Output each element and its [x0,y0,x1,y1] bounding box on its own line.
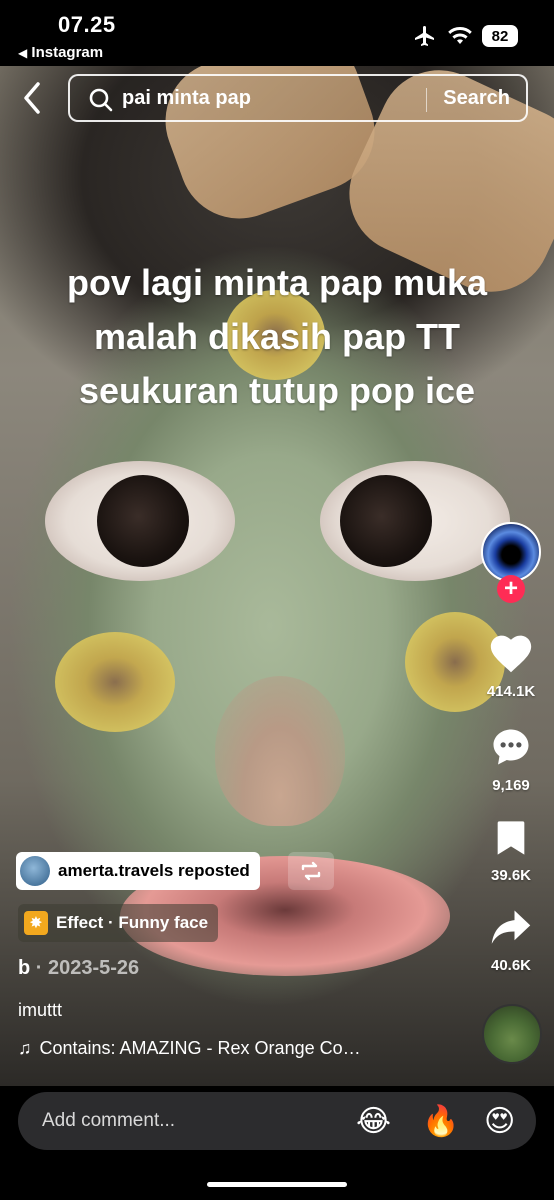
music-disc-avatar[interactable] [482,1004,542,1064]
eye-graphic [320,461,510,581]
comment-placeholder: Add comment... [42,1110,176,1131]
home-indicator [207,1182,347,1187]
comment-bar: Add comment... 😂 🔥 😍 [0,1086,554,1200]
post-date: 2023-5-26 [48,957,140,979]
search-button[interactable]: Search [443,87,510,110]
kiwi-slice-graphic [55,632,175,732]
comment-count: 9,169 [492,777,530,794]
like-count: 414.1K [486,683,536,700]
search-divider [426,88,427,112]
share-arrow-icon [491,910,531,944]
music-info[interactable]: ♫ Contains: AMAZING - Rex Orange Co… [18,1038,361,1059]
comment-button[interactable]: 9,169 [478,726,544,794]
eye-graphic [45,461,235,581]
status-icons: 82 [412,24,518,48]
back-chevron-icon[interactable] [18,78,48,118]
status-time: 07.25 [58,12,116,37]
heart-eyes-emoji-button[interactable]: 😍 [484,1106,515,1138]
back-triangle-icon: ◀ [18,46,28,60]
caption-line: seukuran tutup pop ice [78,370,476,411]
search-input[interactable]: pai minta pap Search [68,74,528,122]
bookmark-icon [497,821,525,855]
repost-badge[interactable]: amerta.travels reposted [16,852,260,890]
follow-plus-button[interactable]: + [497,575,525,603]
like-button[interactable]: 414.1K [478,632,544,700]
battery-indicator: 82 [482,25,518,47]
repost-arrows-icon [301,861,321,881]
status-bar: 07.25 ◀ Instagram 82 [0,0,554,66]
post-description: imuttt [18,1000,63,1020]
caption-line: pov lagi minta pap muka [66,262,488,303]
effect-label: Effect · Funny face [56,913,209,932]
video-caption: pov lagi minta pap muka malah dikasih pa… [0,256,554,418]
repost-button[interactable] [288,852,334,890]
author-name[interactable]: b [18,957,30,979]
nose-graphic [215,676,345,826]
share-button[interactable]: 40.6K [478,908,544,974]
back-to-app-link[interactable]: ◀ Instagram [18,44,103,61]
comment-bubble-icon [493,729,529,765]
share-count: 40.6K [490,957,532,974]
repost-label: amerta.travels reposted [58,861,250,880]
bookmark-count: 39.6K [490,867,532,884]
fire-emoji-button[interactable]: 🔥 [422,1106,459,1138]
airplane-icon [415,26,434,46]
creator-avatar[interactable] [481,522,541,582]
search-icon [89,88,113,112]
caption-line: malah dikasih pap TT [93,316,461,357]
back-app-label: Instagram [31,44,104,61]
music-title: Contains: AMAZING - Rex Orange Co… [39,1038,361,1058]
music-note-icon: ♫ [18,1038,32,1058]
separator-dot: · [30,957,48,979]
effect-badge[interactable]: ✸ Effect · Funny face [18,904,219,942]
laughing-emoji-button[interactable]: 😂 [356,1106,391,1138]
effect-sparkle-icon: ✸ [24,911,48,935]
search-query-text: pai minta pap [122,87,251,109]
author-line: b · 2023-5-26 [18,957,139,980]
comment-input[interactable]: Add comment... 😂 🔥 😍 [18,1092,536,1150]
bookmark-button[interactable]: 39.6K [478,818,544,884]
heart-icon [490,635,532,673]
reposter-avatar [20,856,50,886]
wifi-icon [448,26,472,44]
